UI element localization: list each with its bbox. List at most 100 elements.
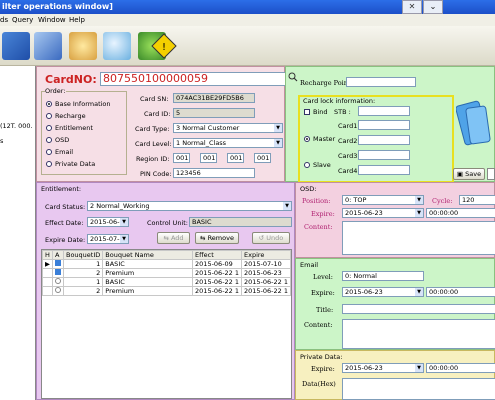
svg-text:!: !: [162, 42, 166, 53]
expire-date-picker[interactable]: 2015-07-10: [87, 234, 129, 244]
menu-item-query[interactable]: Query: [12, 16, 33, 24]
osd-content-textarea[interactable]: [342, 221, 495, 255]
bind-checkbox[interactable]: [304, 109, 310, 115]
data-hex-textarea[interactable]: [342, 378, 495, 400]
magnifier-icon[interactable]: [288, 72, 298, 82]
search-icon[interactable]: [103, 32, 131, 60]
order-radio-private[interactable]: [46, 161, 52, 167]
column-header[interactable]: A: [52, 250, 64, 260]
pin-field[interactable]: 123456: [173, 168, 255, 178]
cycle-input[interactable]: 120: [459, 195, 495, 205]
menu-item-window[interactable]: Window: [38, 16, 66, 24]
region-id-3[interactable]: 001: [227, 153, 244, 163]
effect-date-picker[interactable]: 2015-06-09: [87, 217, 129, 227]
order-radio-osd[interactable]: [46, 137, 52, 143]
row-status-icon: [52, 277, 64, 287]
card2-input[interactable]: [358, 135, 410, 145]
order-label: Order:: [45, 87, 66, 95]
osd-expire-date[interactable]: 2015-06-23: [342, 208, 424, 218]
card-icon[interactable]: [2, 32, 30, 60]
card-type-select[interactable]: 3 Normal Customer: [173, 123, 283, 133]
add-icon: ⇆: [163, 234, 171, 242]
column-header[interactable]: Effect: [192, 250, 243, 260]
slave-radio[interactable]: [304, 162, 310, 168]
user-icon[interactable]: [69, 32, 97, 60]
card4-input[interactable]: [358, 165, 410, 175]
region-id-4[interactable]: 001: [254, 153, 271, 163]
position-label: Position:: [302, 197, 331, 205]
column-header[interactable]: Bouquet Name: [102, 250, 194, 260]
cards-icon[interactable]: [34, 32, 62, 60]
position-select[interactable]: 0: TOP: [342, 195, 424, 205]
order-option-private[interactable]: Private Data: [55, 160, 95, 168]
column-header[interactable]: BouquetID: [62, 250, 104, 260]
remove-label: Remove: [207, 234, 234, 242]
email-expire-time[interactable]: 00:00:00: [426, 287, 495, 297]
card3-input[interactable]: [358, 150, 410, 160]
left-tree-panel[interactable]: (12T. 000. s: [0, 66, 36, 400]
card-lock-group: Card lock information: Bind STB : Master…: [298, 95, 454, 183]
private-data-panel: Private Data: Expire: 2015-06-23 00:00:0…: [295, 350, 495, 400]
private-expire-date[interactable]: 2015-06-23: [342, 363, 424, 373]
tree-node[interactable]: s: [0, 137, 3, 145]
card2-label: Card2:: [338, 137, 360, 145]
bouquet-table[interactable]: H A BouquetID Bouquet Name Effect Expire…: [41, 249, 292, 399]
row-indicator: ▶: [42, 259, 53, 269]
card-lock-title: Card lock information:: [303, 97, 376, 105]
level-field[interactable]: 0: Normal: [342, 271, 424, 281]
column-header[interactable]: Expire: [241, 250, 291, 260]
card-info-panel: CardNO: 807550100000059 Order: Base Info…: [36, 66, 286, 182]
order-option-base[interactable]: Base Information: [55, 100, 111, 108]
email-content-textarea[interactable]: [342, 319, 495, 349]
bouquet-effect: 2015-06-22 1: [192, 277, 243, 287]
menu-bar: ds Query Window Help: [0, 14, 495, 26]
order-option-email[interactable]: Email: [55, 148, 73, 156]
menu-item-help[interactable]: Help: [69, 16, 85, 24]
add-button[interactable]: ⇆ Add: [157, 232, 190, 244]
order-radio-recharge[interactable]: [46, 113, 52, 119]
undo-button[interactable]: ↺ Undo: [252, 232, 290, 244]
order-option-osd[interactable]: OSD: [55, 136, 69, 144]
private-expire-time[interactable]: 00:00:00: [426, 363, 495, 373]
table-row[interactable]: 1 BASIC 2015-06-22 1 2015-06-22 1: [42, 277, 291, 287]
close-button[interactable]: ✕: [402, 0, 422, 14]
tree-node[interactable]: (12T. 000.: [0, 122, 33, 130]
order-option-recharge[interactable]: Recharge: [55, 112, 86, 120]
master-radio[interactable]: [304, 136, 310, 142]
recharge-input[interactable]: [346, 77, 416, 87]
region-id-2[interactable]: 001: [200, 153, 217, 163]
email-content-label: Content:: [304, 321, 333, 329]
table-header-row: H A BouquetID Bouquet Name Effect Expire: [42, 250, 291, 260]
card-level-select[interactable]: 1 Normal_Class: [173, 138, 283, 148]
region-id-1[interactable]: 001: [173, 153, 190, 163]
remove-button[interactable]: ⇆ Remove: [195, 232, 239, 244]
card-status-select[interactable]: 2 Normal_Working: [87, 201, 292, 211]
order-option-entitlement[interactable]: Entitlement: [55, 124, 93, 132]
cardno-input[interactable]: 807550100000059: [100, 72, 286, 86]
bouquet-id: 1: [62, 259, 104, 269]
order-radio-base[interactable]: [46, 101, 52, 107]
bouquet-name: BASIC: [102, 277, 194, 287]
menu-item-ds[interactable]: ds: [0, 16, 8, 24]
chevron-down-icon[interactable]: ⌄: [423, 0, 443, 14]
table-row[interactable]: 2 Premium 2015-06-22 1 2015-06-23: [42, 268, 291, 278]
expire-date-label: Expire Date:: [45, 236, 86, 244]
email-title: Email: [300, 261, 319, 269]
email-expire-date[interactable]: 2015-06-23: [342, 287, 424, 297]
order-radio-entitlement[interactable]: [46, 125, 52, 131]
stb-input[interactable]: [358, 106, 410, 116]
table-row[interactable]: 2 Premium 2015-06-22 1 2015-06-22 1: [42, 286, 291, 296]
remove-icon: ⇆: [200, 234, 208, 242]
side-button[interactable]: [487, 168, 495, 180]
card1-label: Card1:: [338, 122, 360, 130]
column-header[interactable]: H: [42, 250, 53, 260]
stb-label: STB :: [334, 108, 351, 116]
table-row[interactable]: ▶ 1 BASIC 2015-06-09 2015-07-10: [42, 259, 291, 269]
warning-icon[interactable]: !: [150, 32, 178, 60]
save-button[interactable]: ▣ Save: [453, 168, 485, 180]
osd-expire-time[interactable]: 00:00:00: [426, 208, 495, 218]
order-radio-email[interactable]: [46, 149, 52, 155]
email-title-input[interactable]: [342, 304, 495, 314]
card1-input[interactable]: [358, 120, 410, 130]
card-level-label: Card Level:: [135, 140, 172, 148]
